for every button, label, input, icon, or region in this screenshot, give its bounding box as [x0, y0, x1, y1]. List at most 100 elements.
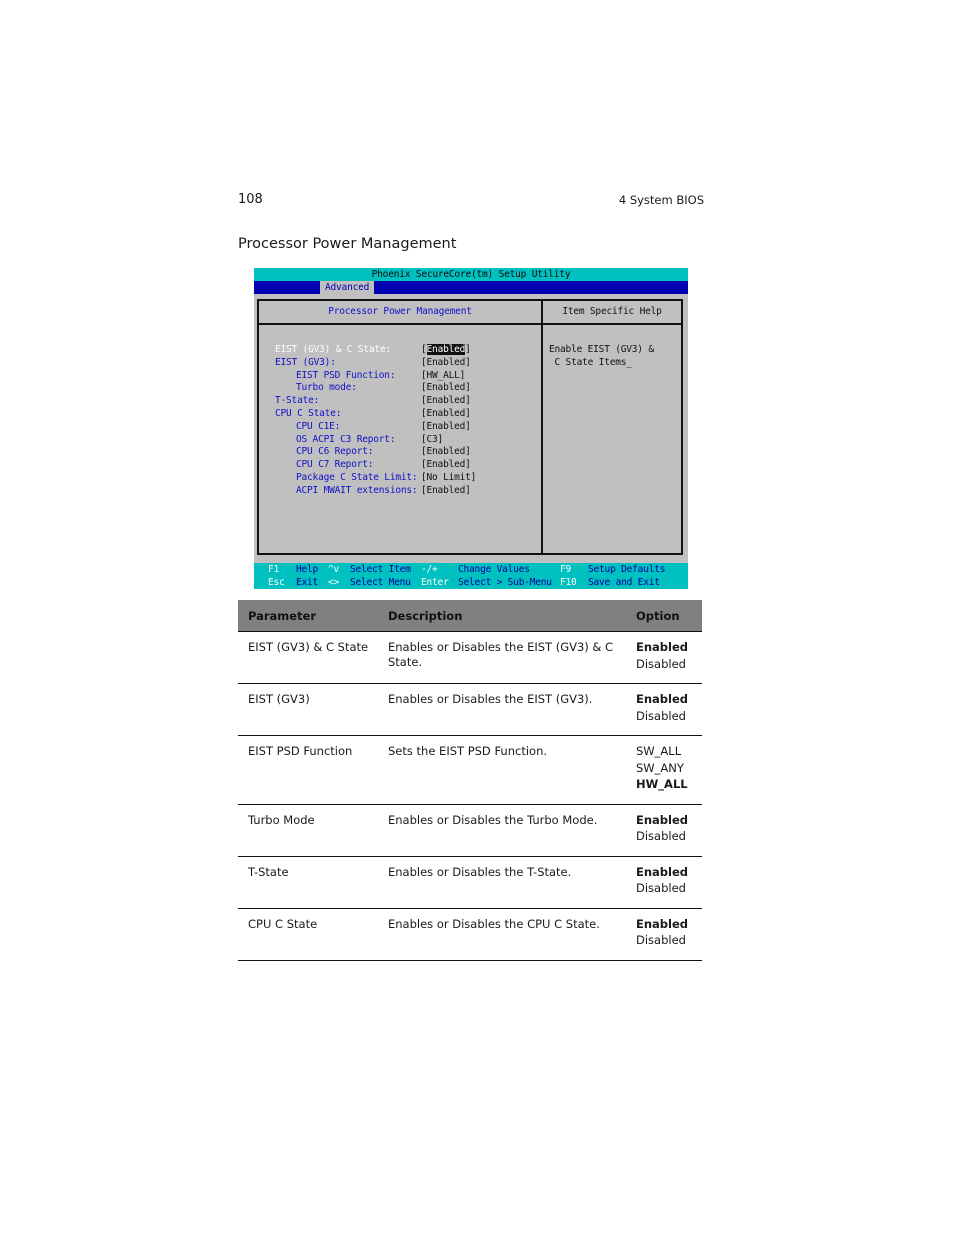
cell-options: Enabled Disabled	[626, 683, 702, 736]
bios-setting-label: T-State:	[275, 395, 320, 407]
cell-parameter: CPU C State	[238, 908, 378, 961]
bios-key-row: Esc Exit <> Select Menu Enter Select > Sub-Me…	[254, 576, 688, 589]
bios-menu-bar: Advanced	[254, 281, 688, 294]
bios-setting-row[interactable]: Package C State Limit: [No Limit]	[275, 472, 535, 485]
cell-parameter: EIST PSD Function	[238, 735, 378, 805]
bios-setting-row[interactable]: CPU C State: [Enabled]	[275, 408, 535, 421]
bios-setting-row[interactable]: CPU C6 Report: [Enabled]	[275, 446, 535, 459]
bios-key-description: Change Values	[458, 564, 530, 575]
cell-description: Sets the EIST PSD Function.	[378, 735, 626, 805]
bios-setting-label: ACPI MWAIT extensions:	[296, 484, 418, 496]
option: Disabled	[636, 708, 686, 723]
cell-options: Enabled Disabled	[626, 856, 702, 909]
bios-key-legend: F1 Help ^v Select Item -/+ Change Values F9 Set…	[254, 563, 688, 589]
table-header-row: Parameter Description Option	[238, 600, 702, 632]
bios-key-description: Help	[296, 564, 319, 575]
bios-setting-value[interactable]: [C3]	[421, 434, 443, 447]
bios-setting-label: CPU C1E:	[296, 420, 341, 432]
bios-setting-label: CPU C7 Report:	[296, 459, 374, 471]
bios-setting-value[interactable]: [Enabled]	[421, 382, 471, 395]
option: Disabled	[636, 881, 686, 895]
bios-setting-row[interactable]: EIST (GV3): [Enabled]	[275, 357, 535, 370]
bios-key-description: Setup Defaults	[588, 564, 666, 575]
bios-key: -/+	[421, 564, 438, 575]
chapter-header: 4 System BIOS	[618, 193, 704, 207]
cell-description: Enables or Disables the T-State.	[378, 856, 626, 909]
table-row: EIST PSD Function Sets the EIST PSD Funct…	[238, 735, 702, 805]
bios-setting-row[interactable]: Turbo mode: [Enabled]	[275, 382, 535, 395]
bios-help-title: Item Specific Help	[543, 301, 681, 325]
parameter-table: Parameter Description Option EIST (GV3) …	[238, 600, 702, 961]
bios-tab-advanced[interactable]: Advanced	[320, 281, 375, 294]
bios-setting-value[interactable]: [Enabled]	[421, 485, 471, 498]
bios-help-panel: Enable EIST (GV3) & C State Items_	[543, 325, 681, 553]
table-row: EIST (GV3) & C State Enables or Disables …	[238, 631, 702, 684]
bios-settings-list: EIST (GV3) & C State: [Enabled] EIST (GV3)…	[259, 325, 543, 553]
bios-setting-row[interactable]: ACPI MWAIT extensions: [Enabled]	[275, 485, 535, 498]
bios-setting-label: Package C State Limit:	[296, 472, 418, 483]
bios-setting-label: OS ACPI C3 Report:	[296, 433, 396, 445]
bios-key-row: F1 Help ^v Select Item -/+ Change Values F9 Set…	[254, 563, 688, 576]
bios-setting-value[interactable]: [Enabled]	[421, 357, 471, 370]
table-row: Turbo Mode Enables or Disables the Turbo …	[238, 804, 702, 857]
bios-setting-row[interactable]: EIST PSD Function: [HW_ALL]	[275, 370, 535, 383]
bios-setting-value[interactable]: [Enabled]	[421, 421, 471, 434]
header-parameter: Parameter	[238, 600, 378, 632]
cell-options: Enabled Disabled	[626, 631, 702, 684]
bios-title-bar: Phoenix SecureCore(tm) Setup Utility	[254, 268, 688, 281]
bios-screenshot: Phoenix SecureCore(tm) Setup Utility Adv…	[254, 268, 688, 589]
section-title: Processor Power Management	[238, 236, 457, 252]
bios-setting-label: Turbo mode:	[296, 382, 357, 394]
bios-selected-highlight: Enabled	[426, 344, 466, 355]
bios-setting-value[interactable]: [Enabled]	[421, 446, 471, 459]
table-row: EIST (GV3) Enables or Disables the EIST (…	[238, 683, 702, 736]
bios-help-text: Enable EIST (GV3) & C State Items_	[549, 344, 654, 368]
cell-parameter: EIST (GV3) & C State	[238, 631, 378, 684]
header-description: Description	[378, 600, 626, 632]
bios-key-description: Exit	[296, 577, 319, 588]
bios-setting-row[interactable]: T-State: [Enabled]	[275, 395, 535, 408]
bios-key: Esc	[268, 577, 285, 588]
bios-setting-value[interactable]: [Enabled]	[421, 408, 471, 421]
cell-description: Enables or Disables the EIST (GV3) & C S…	[378, 631, 626, 684]
bios-key-description: Select Item	[350, 564, 411, 575]
cell-parameter: Turbo Mode	[238, 804, 378, 857]
bios-setting-value[interactable]: [No Limit]	[421, 472, 476, 485]
page-number: 108	[238, 192, 263, 207]
option-default: HW_ALL	[636, 777, 688, 791]
cell-parameter: EIST (GV3)	[238, 683, 378, 736]
cell-parameter: T-State	[238, 856, 378, 909]
option: Disabled	[636, 933, 686, 947]
table-row: T-State Enables or Disables the T-State. E…	[238, 856, 702, 909]
header-option: Option	[626, 600, 702, 632]
cell-description: Enables or Disables the Turbo Mode.	[378, 804, 626, 857]
option: Disabled	[636, 829, 686, 843]
cell-options: SW_ALL SW_ANY HW_ALL	[626, 735, 702, 805]
bios-setting-row[interactable]: EIST (GV3) & C State: [Enabled]	[275, 344, 535, 357]
cell-options: Enabled Disabled	[626, 908, 702, 961]
bios-setting-value[interactable]: [HW_ALL]	[421, 370, 465, 383]
bios-setting-row[interactable]: OS ACPI C3 Report: [C3]	[275, 434, 535, 447]
bios-key: ^v	[328, 564, 340, 575]
bios-key: <>	[328, 577, 340, 588]
bios-setting-row[interactable]: CPU C1E: [Enabled]	[275, 421, 535, 434]
bios-key-description: Select Menu	[350, 577, 411, 588]
bios-key: F9	[560, 564, 572, 575]
bios-setting-label: EIST PSD Function:	[296, 369, 396, 381]
bios-key-description: Select > Sub-Menu	[458, 577, 552, 588]
bios-setting-row[interactable]: CPU C7 Report: [Enabled]	[275, 459, 535, 472]
bios-setting-label: EIST (GV3):	[275, 356, 336, 368]
bios-setting-label: CPU C State:	[275, 408, 342, 419]
cell-description: Enables or Disables the CPU C State.	[378, 908, 626, 961]
option: Disabled	[636, 656, 686, 671]
table-row: CPU C State Enables or Disables the CPU C…	[238, 908, 702, 961]
bios-setting-value[interactable]: [Enabled]	[421, 395, 471, 408]
bios-setting-label: CPU C6 Report:	[296, 446, 374, 458]
cell-options: Enabled Disabled	[626, 804, 702, 857]
cell-description: Enables or Disables the EIST (GV3).	[378, 683, 626, 736]
bios-key: F10	[560, 577, 577, 588]
bios-setting-value[interactable]: [Enabled]	[421, 344, 471, 357]
bios-setting-value[interactable]: [Enabled]	[421, 459, 471, 472]
bios-setting-label: EIST (GV3) & C State:	[275, 344, 391, 355]
bios-frame: Processor Power Management Item Specific…	[257, 299, 683, 555]
